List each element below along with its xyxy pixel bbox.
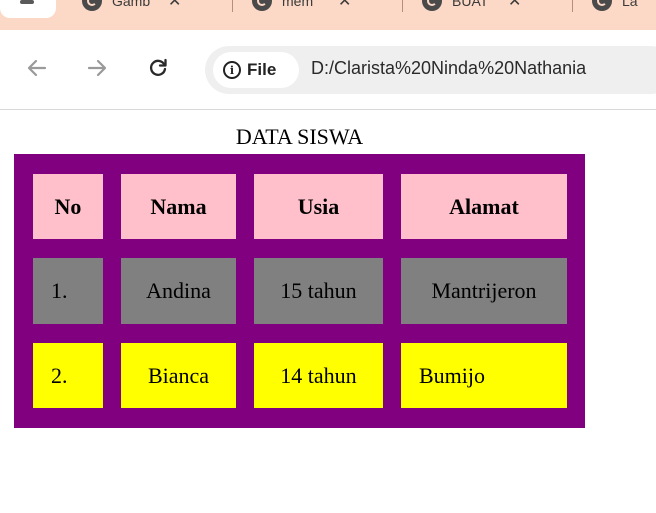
- table-cell: 2.: [33, 343, 103, 408]
- header-nama: Nama: [121, 174, 236, 239]
- url-text[interactable]: D:/Clarista%20Ninda%20Nathania: [311, 58, 586, 79]
- tab-separator: [402, 0, 403, 12]
- tab-favicon-icon: [82, 0, 102, 11]
- active-tab[interactable]: [0, 0, 56, 18]
- header-usia: Usia: [254, 174, 383, 239]
- tab-separator: [572, 0, 573, 12]
- tab-favicon-icon: [592, 0, 612, 11]
- tab-2[interactable]: mem ✕: [252, 0, 351, 14]
- tab-title: BUAT: [452, 0, 489, 9]
- back-arrow-icon: [27, 59, 47, 77]
- forward-button[interactable]: [83, 54, 111, 82]
- tab-title: La: [622, 0, 638, 9]
- tab-favicon-icon: [422, 0, 442, 11]
- tab-3[interactable]: BUAT ✕: [422, 0, 521, 14]
- tab-favicon-icon: [252, 0, 272, 11]
- tab-close-icon[interactable]: ✕: [508, 0, 521, 11]
- table-cell: 14 tahun: [254, 343, 383, 408]
- table-cell: Bumijo: [401, 343, 567, 408]
- header-no: No: [33, 174, 103, 239]
- table-cell: 1.: [33, 258, 103, 324]
- info-icon: i: [223, 61, 241, 79]
- table-cell: Bianca: [121, 343, 236, 408]
- table-caption: DATA SISWA: [235, 124, 364, 149]
- reload-button[interactable]: [144, 54, 172, 82]
- browser-toolbar: i File D:/Clarista%20Ninda%20Nathania: [0, 30, 656, 110]
- back-button[interactable]: [23, 54, 51, 82]
- page-content: DATA SISWA No Nama Usia Alamat 1. Andina…: [0, 110, 656, 513]
- forward-arrow-icon: [87, 59, 107, 77]
- tab-title: Gamb: [112, 0, 151, 9]
- site-info-label: File: [247, 60, 277, 79]
- site-info-chip[interactable]: i File: [213, 52, 299, 88]
- tab-indicator: [20, 0, 34, 4]
- tab-4[interactable]: La: [592, 0, 656, 14]
- data-table: No Nama Usia Alamat 1. Andina 15 tahun M…: [14, 154, 585, 428]
- address-bar[interactable]: i File D:/Clarista%20Ninda%20Nathania: [205, 46, 656, 94]
- tab-separator: [232, 0, 233, 12]
- tab-1[interactable]: Gamb ✕: [82, 0, 181, 14]
- table-cell: Mantrijeron: [401, 258, 567, 324]
- reload-icon: [149, 58, 167, 76]
- table-cell: Andina: [121, 258, 236, 324]
- table-cell: 15 tahun: [254, 258, 383, 324]
- header-alamat: Alamat: [401, 174, 567, 239]
- tab-close-icon[interactable]: ✕: [168, 0, 181, 11]
- tab-close-icon[interactable]: ✕: [338, 0, 351, 11]
- tab-title: mem: [282, 0, 314, 9]
- tab-strip: Gamb ✕ mem ✕ BUAT ✕ La: [0, 0, 656, 30]
